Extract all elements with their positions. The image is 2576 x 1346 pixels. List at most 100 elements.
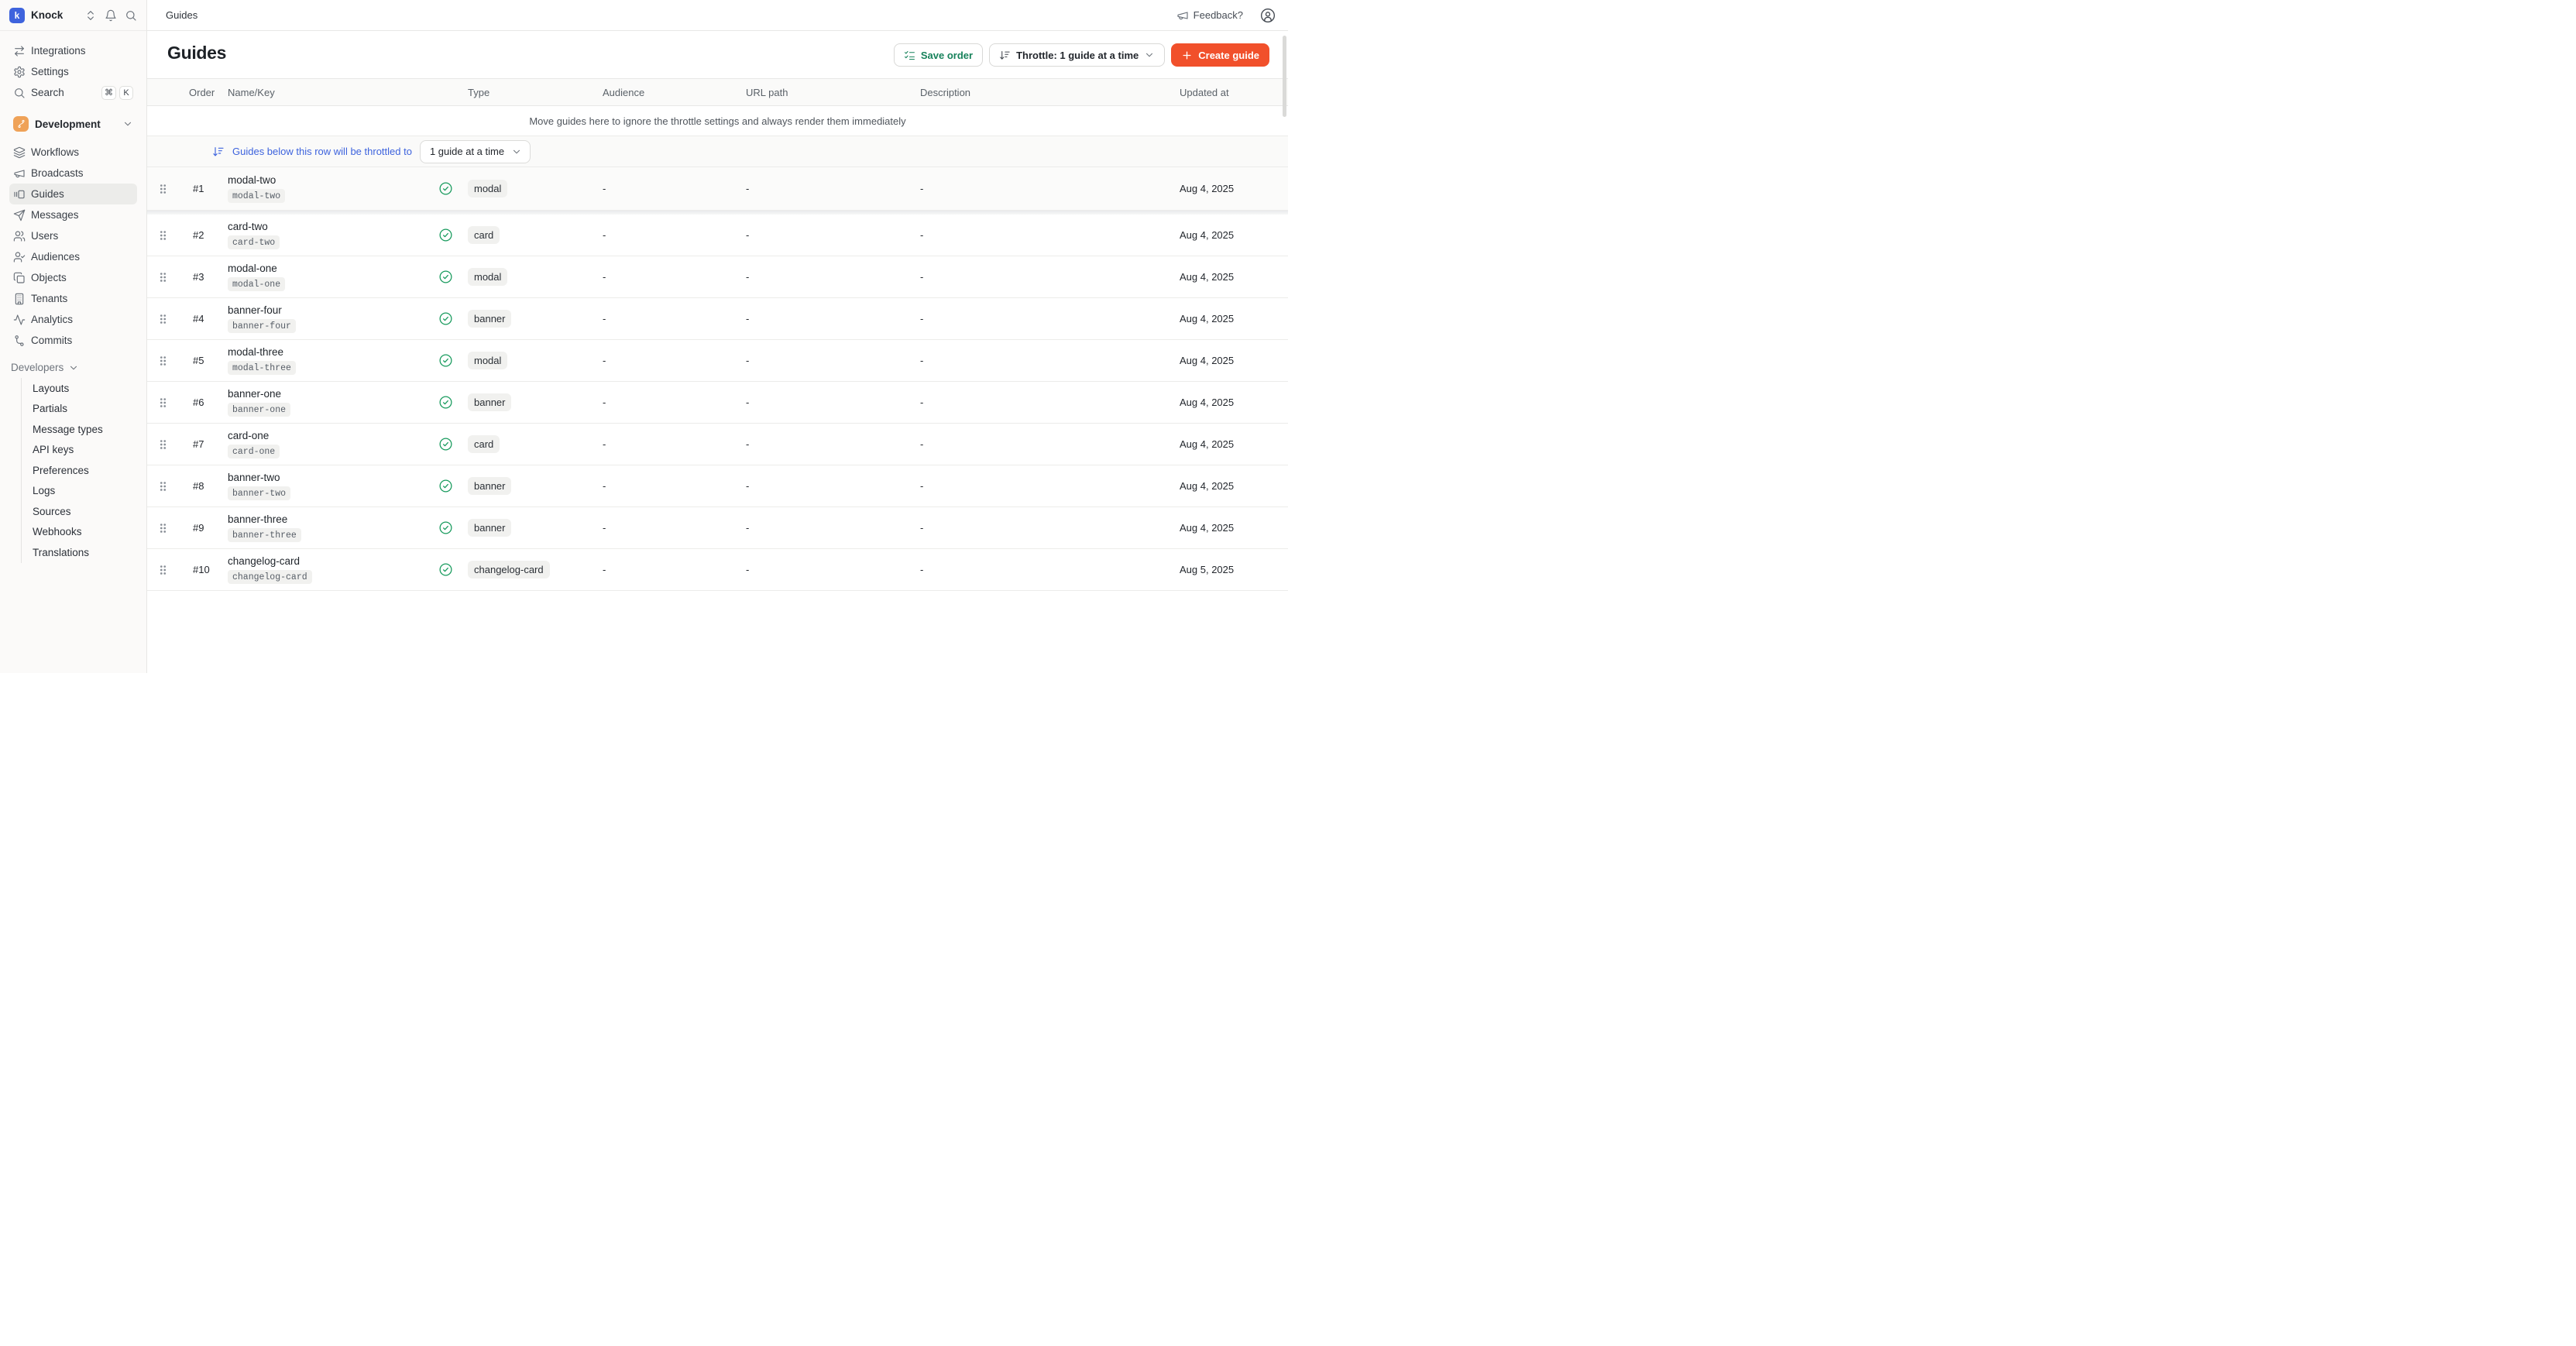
sidebar-item-broadcasts[interactable]: Broadcasts — [9, 163, 137, 184]
sidebar-item-tenants[interactable]: Tenants — [9, 288, 137, 309]
throttle-dropdown-button[interactable]: Throttle: 1 guide at a time — [989, 43, 1165, 67]
guide-row[interactable]: #6 banner-one banner-one banner - - - Au… — [147, 382, 1288, 424]
bell-icon[interactable] — [105, 9, 117, 22]
guide-name[interactable]: banner-one — [228, 388, 281, 400]
sidebar-item-guides[interactable]: Guides — [9, 184, 137, 204]
create-guide-button[interactable]: Create guide — [1171, 43, 1269, 67]
drag-handle-icon[interactable] — [147, 229, 183, 242]
sidebar-item-message-types[interactable]: Message types — [22, 419, 137, 440]
column-header-type: Type — [462, 87, 596, 98]
drag-handle-icon[interactable] — [147, 397, 183, 409]
guide-row[interactable]: #4 banner-four banner-four banner - - - … — [147, 298, 1288, 340]
unthrottled-dropzone[interactable]: Move guides here to ignore the throttle … — [147, 106, 1288, 136]
sidebar-item-sources[interactable]: Sources — [22, 501, 137, 522]
drag-handle-icon[interactable] — [147, 355, 183, 367]
app-window: k Knock Integrations Settings Search ⌘K … — [0, 0, 1288, 673]
save-order-button[interactable]: Save order — [894, 43, 983, 67]
developers-section-toggle[interactable]: Developers — [9, 362, 137, 373]
guide-updated-at: Aug 4, 2025 — [1173, 438, 1288, 450]
sidebar-item-webhooks[interactable]: Webhooks — [22, 522, 137, 543]
sidebar-item-audiences[interactable]: Audiences — [9, 246, 137, 267]
throttle-value-dropdown[interactable]: 1 guide at a time — [420, 140, 531, 163]
sidebar-item-api-keys[interactable]: API keys — [22, 440, 137, 461]
guide-key-badge: banner-two — [228, 486, 290, 500]
guide-row[interactable]: #5 modal-three modal-three modal - - - A… — [147, 340, 1288, 382]
sidebar-item-analytics[interactable]: Analytics — [9, 309, 137, 330]
sidebar-item-search[interactable]: Search ⌘K — [9, 82, 137, 103]
guide-name[interactable]: banner-four — [228, 304, 282, 316]
guide-key-badge: card-one — [228, 445, 280, 458]
guide-name[interactable]: modal-two — [228, 174, 276, 186]
drag-handle-icon[interactable] — [147, 313, 183, 325]
page-actions: Save order Throttle: 1 guide at a time C… — [894, 43, 1269, 67]
guide-row[interactable]: #7 card-one card-one card - - - Aug 4, 2… — [147, 424, 1288, 465]
guide-name[interactable]: banner-three — [228, 513, 287, 525]
sidebar-item-preferences[interactable]: Preferences — [22, 460, 137, 481]
guide-key-badge: card-two — [228, 235, 280, 249]
user-avatar-icon[interactable] — [1260, 8, 1276, 23]
throttle-row-text: Guides below this row will be throttled … — [232, 146, 412, 157]
drag-handle-icon[interactable] — [147, 480, 183, 493]
guide-updated-at: Aug 4, 2025 — [1173, 480, 1288, 492]
developers-sub-list: LayoutsPartialsMessage typesAPI keysPref… — [21, 378, 137, 563]
throttle-button-label: Throttle: 1 guide at a time — [1016, 50, 1139, 61]
create-guide-label: Create guide — [1198, 50, 1259, 61]
guide-name[interactable]: banner-two — [228, 472, 280, 483]
guide-row[interactable]: #9 banner-three banner-three banner - - … — [147, 507, 1288, 549]
guide-order: #3 — [183, 271, 222, 283]
sidebar-item-integrations[interactable]: Integrations — [9, 40, 137, 61]
guide-order: #9 — [183, 522, 222, 534]
sidebar-item-settings[interactable]: Settings — [9, 61, 137, 82]
guide-name[interactable]: card-one — [228, 430, 269, 441]
drag-handle-icon[interactable] — [147, 564, 183, 576]
guide-row[interactable]: #8 banner-two banner-two banner - - - Au… — [147, 465, 1288, 507]
status-check-circle-icon — [434, 228, 462, 242]
guide-row[interactable]: #10 changelog-card changelog-card change… — [147, 549, 1288, 591]
sidebar-item-users[interactable]: Users — [9, 225, 137, 246]
vertical-scrollbar[interactable] — [1283, 36, 1286, 117]
chevrons-up-down-icon[interactable] — [84, 9, 97, 22]
guide-row[interactable]: #3 modal-one modal-one modal - - - Aug 4… — [147, 256, 1288, 298]
guide-name[interactable]: changelog-card — [228, 555, 300, 567]
sidebar-item-commits[interactable]: Commits — [9, 330, 137, 351]
guide-url-path: - — [740, 438, 914, 450]
sidebar-item-translations[interactable]: Translations — [22, 542, 137, 563]
workspace-switcher[interactable]: Development — [9, 112, 137, 136]
knock-logo[interactable]: k — [9, 8, 25, 23]
guide-description: - — [914, 397, 1173, 408]
sidebar-item-workflows[interactable]: Workflows — [9, 142, 137, 163]
drag-handle-icon[interactable] — [147, 271, 183, 283]
guide-name[interactable]: modal-three — [228, 346, 283, 358]
guides-table: Order Name/Key Type Audience URL path De… — [147, 78, 1288, 591]
sidebar-header-icons — [84, 9, 137, 22]
guide-type-cell: banner — [462, 477, 596, 495]
sidebar-item-layouts[interactable]: Layouts — [22, 378, 137, 399]
feedback-button[interactable]: Feedback? — [1172, 9, 1248, 22]
drag-handle-icon[interactable] — [147, 183, 183, 195]
send-icon — [13, 209, 26, 221]
sidebar-item-partials[interactable]: Partials — [22, 399, 137, 420]
drag-handle-icon[interactable] — [147, 522, 183, 534]
search-icon[interactable] — [125, 9, 137, 22]
gear-icon — [13, 66, 26, 78]
throttle-divider-row: Guides below this row will be throttled … — [147, 136, 1288, 167]
guide-row[interactable]: #2 card-two card-two card - - - Aug 4, 2… — [147, 215, 1288, 256]
guide-name[interactable]: card-two — [228, 221, 268, 232]
guide-name[interactable]: modal-one — [228, 263, 277, 274]
guide-type-badge: modal — [468, 352, 507, 369]
sidebar-item-messages[interactable]: Messages — [9, 204, 137, 225]
swap-arrows-icon — [13, 45, 26, 57]
drag-handle-icon[interactable] — [147, 438, 183, 451]
guide-name-cell: card-two card-two — [222, 221, 434, 249]
sidebar-item-logs[interactable]: Logs — [22, 481, 137, 502]
throttle-value: 1 guide at a time — [430, 146, 504, 157]
guide-order: #2 — [183, 229, 222, 241]
guide-key-badge: changelog-card — [228, 570, 312, 584]
guide-description: - — [914, 229, 1173, 241]
shortcut-key: ⌘ — [101, 86, 116, 100]
guide-updated-at: Aug 4, 2025 — [1173, 355, 1288, 366]
guide-url-path: - — [740, 480, 914, 492]
sidebar-item-objects[interactable]: Objects — [9, 267, 137, 288]
guide-row[interactable]: #1 modal-two modal-two modal - - - Aug 4… — [147, 167, 1288, 211]
guide-url-path: - — [740, 271, 914, 283]
